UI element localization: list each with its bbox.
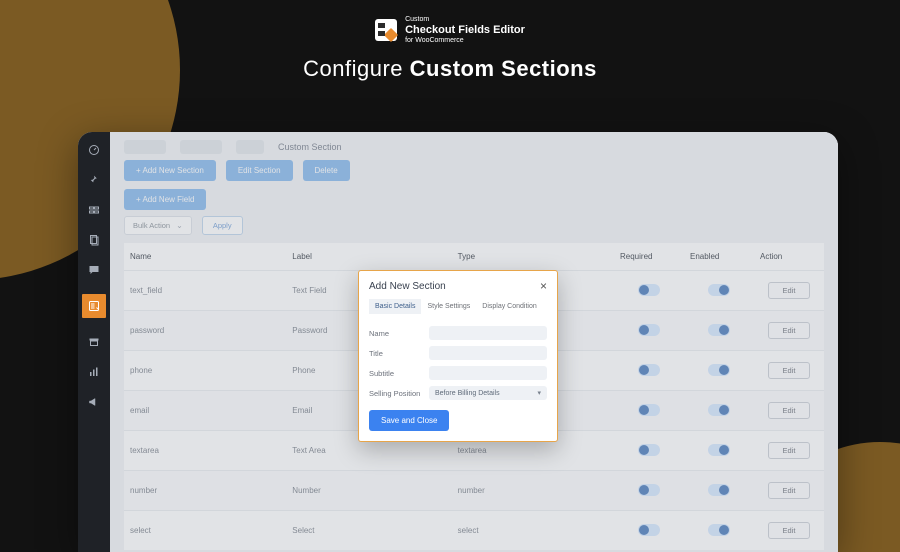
delete-section-button[interactable]: Delete (303, 160, 350, 181)
section-tab-placeholder[interactable] (236, 140, 264, 154)
edit-button[interactable]: Edit (768, 442, 811, 459)
col-type: Type (452, 243, 614, 271)
enabled-toggle[interactable] (708, 404, 730, 416)
col-action: Action (754, 243, 824, 271)
cell-name: email (124, 391, 286, 431)
col-name: Name (124, 243, 286, 271)
edit-button[interactable]: Edit (768, 322, 811, 339)
required-toggle[interactable] (638, 444, 660, 456)
cell-label: Select (286, 511, 451, 551)
required-toggle[interactable] (638, 364, 660, 376)
cell-name: textarea (124, 431, 286, 471)
apply-button[interactable]: Apply (202, 216, 243, 235)
cell-name: phone (124, 351, 286, 391)
col-required: Required (614, 243, 684, 271)
subtitle-input[interactable] (429, 366, 547, 380)
modal-form: Name Title Subtitle Selling Position Bef… (359, 314, 557, 441)
megaphone-icon[interactable] (88, 396, 100, 408)
plugin-logo-icon (375, 19, 397, 41)
cell-label: Number (286, 471, 451, 511)
pin-icon[interactable] (88, 174, 100, 186)
position-select[interactable]: Before Billing Details (429, 386, 547, 400)
table-head-row: Name Label Type Required Enabled Action (124, 243, 824, 271)
add-section-modal: Add New Section × Basic Details Style Se… (358, 270, 558, 442)
enabled-toggle[interactable] (708, 444, 730, 456)
modal-title: Add New Section (369, 281, 446, 292)
save-and-close-button[interactable]: Save and Close (369, 410, 449, 431)
edit-button[interactable]: Edit (768, 482, 811, 499)
dashboard-icon[interactable] (88, 144, 100, 156)
section-tab-placeholder[interactable] (124, 140, 166, 154)
edit-button[interactable]: Edit (768, 282, 811, 299)
code-icon[interactable] (88, 204, 100, 216)
modal-tabs: Basic Details Style Settings Display Con… (359, 299, 557, 314)
enabled-toggle[interactable] (708, 524, 730, 536)
admin-sidebar (78, 132, 110, 552)
subtitle-label: Subtitle (369, 369, 423, 378)
required-toggle[interactable] (638, 324, 660, 336)
col-label: Label (286, 243, 451, 271)
table-row: selectSelectselect Edit (124, 511, 824, 551)
section-tabs-row: Custom Section (110, 132, 838, 160)
required-toggle[interactable] (638, 404, 660, 416)
edit-button[interactable]: Edit (768, 402, 811, 419)
edit-button[interactable]: Edit (768, 522, 811, 539)
tab-display-condition[interactable]: Display Condition (476, 299, 542, 314)
brand-header: Custom Checkout Fields Editor for WooCom… (0, 16, 900, 82)
checkout-fields-icon[interactable] (82, 294, 106, 318)
cell-type: select (452, 511, 614, 551)
tab-style-settings[interactable]: Style Settings (421, 299, 476, 314)
add-field-button[interactable]: + Add New Field (124, 189, 206, 210)
comment-icon[interactable] (88, 264, 100, 276)
title-label: Title (369, 349, 423, 358)
required-toggle[interactable] (638, 284, 660, 296)
cell-name: password (124, 311, 286, 351)
bulk-action-select[interactable]: Bulk Action (124, 216, 192, 235)
section-tab-placeholder[interactable] (180, 140, 222, 154)
archive-icon[interactable] (88, 336, 100, 348)
required-toggle[interactable] (638, 484, 660, 496)
tab-basic-details[interactable]: Basic Details (369, 299, 421, 314)
brand-text: Custom Checkout Fields Editor for WooCom… (405, 16, 525, 45)
close-icon[interactable]: × (540, 279, 547, 293)
edit-section-button[interactable]: Edit Section (226, 160, 293, 181)
edit-button[interactable]: Edit (768, 362, 811, 379)
table-row: numberNumbernumber Edit (124, 471, 824, 511)
section-tab-custom[interactable]: Custom Section (278, 142, 342, 152)
add-section-button[interactable]: + Add New Section (124, 160, 216, 181)
col-enabled: Enabled (684, 243, 754, 271)
primary-toolbar: + Add New Section Edit Section Delete (110, 160, 838, 181)
required-toggle[interactable] (638, 524, 660, 536)
cell-type: number (452, 471, 614, 511)
secondary-toolbar: + Add New Field (110, 181, 838, 210)
name-label: Name (369, 329, 423, 338)
page-title: Configure Custom Sections (0, 56, 900, 82)
name-input[interactable] (429, 326, 547, 340)
cell-name: select (124, 511, 286, 551)
position-label: Selling Position (369, 389, 423, 398)
enabled-toggle[interactable] (708, 364, 730, 376)
cell-name: number (124, 471, 286, 511)
enabled-toggle[interactable] (708, 484, 730, 496)
cell-name: text_field (124, 271, 286, 311)
pages-icon[interactable] (88, 234, 100, 246)
stats-icon[interactable] (88, 366, 100, 378)
enabled-toggle[interactable] (708, 324, 730, 336)
title-input[interactable] (429, 346, 547, 360)
enabled-toggle[interactable] (708, 284, 730, 296)
